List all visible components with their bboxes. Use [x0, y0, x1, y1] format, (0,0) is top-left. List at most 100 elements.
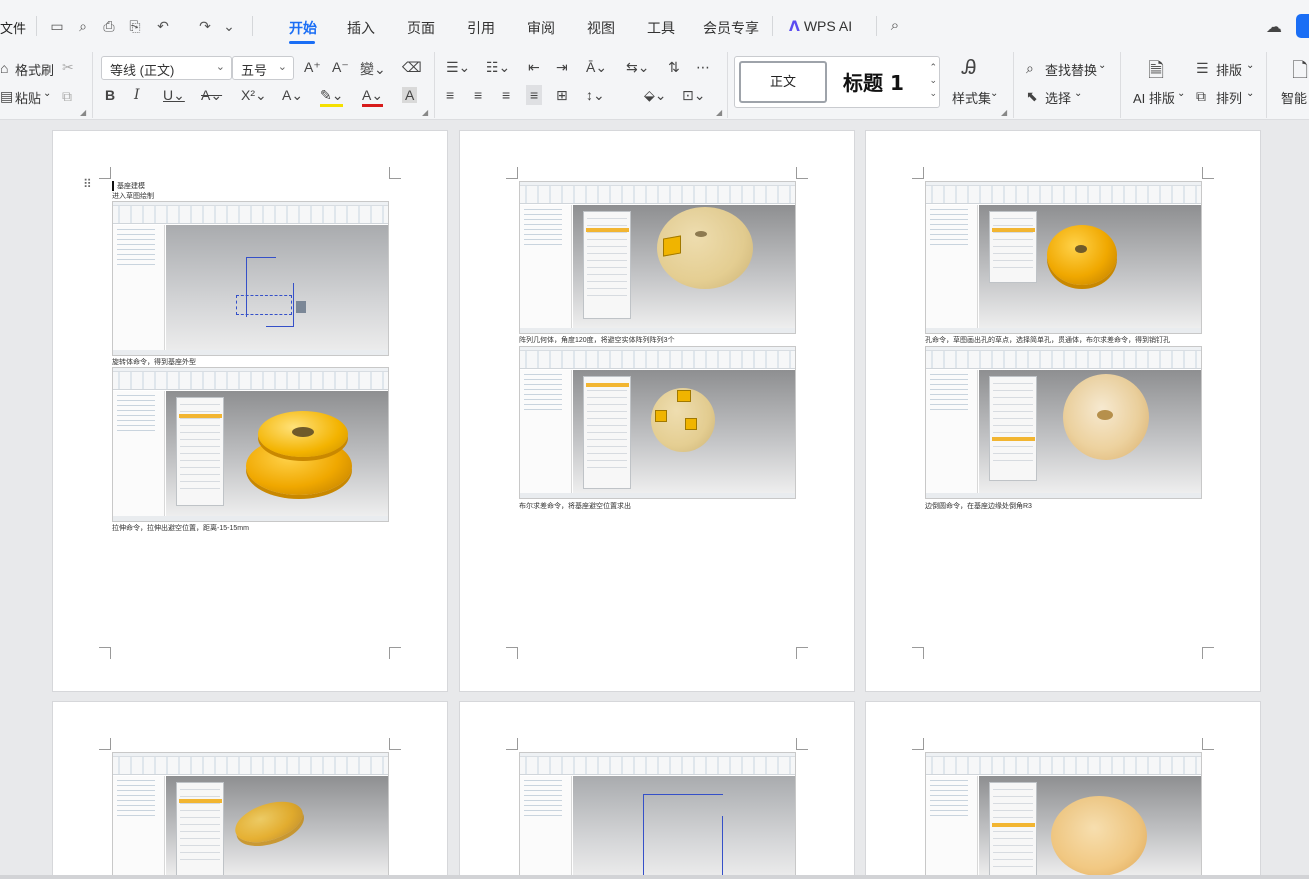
doc-caption[interactable]: 拉伸命令，拉伸出避空位置，距离-15-15mm [112, 523, 249, 533]
document-page-5[interactable] [459, 701, 855, 879]
styles-launcher-icon[interactable]: ◢ [1001, 108, 1007, 117]
align-left-icon[interactable]: ≡ [446, 87, 454, 103]
increase-indent-icon[interactable]: ⇥ [556, 59, 568, 76]
print-preview-icon[interactable]: ⎘ [126, 17, 144, 35]
paragraph-launcher-icon[interactable]: ◢ [716, 108, 722, 117]
undo-icon[interactable]: ↶ [154, 17, 172, 35]
text-effect-icon[interactable]: A⌄ [282, 87, 303, 104]
highlight-icon[interactable]: ✎⌄ [320, 87, 344, 107]
cad-navigator [926, 205, 978, 333]
font-name-select[interactable]: 等线 (正文) ⌄ [101, 56, 232, 80]
doc-paragraph[interactable]: 进入草图绘制 [112, 191, 154, 201]
strikethrough-icon[interactable]: A⌄ [201, 87, 222, 104]
bullet-list-icon[interactable]: ☰⌄ [446, 59, 470, 76]
decrease-indent-icon[interactable]: ⇤ [528, 59, 540, 76]
search-icon[interactable]: ⌕ [886, 17, 904, 35]
document-page-6[interactable] [865, 701, 1261, 879]
clear-format-icon[interactable]: ⌫ [402, 59, 422, 76]
smart-button[interactable]: 智能 [1281, 88, 1307, 107]
cad-dialog [989, 782, 1037, 879]
tab-page[interactable]: 页面 [407, 18, 435, 38]
document-workspace[interactable]: ⠿ 基座建模 进入草图绘制 旋转体命令，得到基座外型 拉伸命令，拉伸出避空位置，… [0, 120, 1309, 879]
italic-icon[interactable]: I [134, 87, 140, 103]
align-center-icon[interactable]: ≡ [474, 87, 482, 103]
tab-tools[interactable]: 工具 [647, 18, 675, 38]
style-set-button[interactable]: 样式集 [952, 88, 991, 107]
tab-insert[interactable]: 插入 [347, 18, 375, 38]
cad-viewport [166, 391, 388, 521]
sort-icon[interactable]: ⇅ [668, 59, 680, 76]
tab-member[interactable]: 会员专享 [703, 18, 759, 38]
divider [92, 52, 93, 118]
document-page-1[interactable]: ⠿ 基座建模 进入草图绘制 旋转体命令，得到基座外型 拉伸命令，拉伸出避空位置，… [52, 130, 448, 692]
align-right-icon[interactable]: ≡ [502, 87, 510, 103]
quick-access-more-icon[interactable]: ⌄ [220, 17, 238, 35]
typeset-button[interactable]: 排版 [1216, 60, 1242, 79]
numbered-list-icon[interactable]: ☷⌄ [486, 59, 510, 76]
ai-layout-button[interactable]: AI 排版 [1133, 88, 1175, 107]
text-direction-icon[interactable]: Ā⌄ [586, 59, 607, 76]
menu-file[interactable]: 文件 [0, 18, 26, 37]
redo-icon[interactable]: ↷ [196, 17, 214, 35]
paste-button[interactable]: 粘贴 [15, 88, 41, 107]
select-button[interactable]: 选择 [1045, 88, 1071, 107]
font-launcher-icon[interactable]: ◢ [422, 108, 428, 117]
underline-icon[interactable]: U⌄ [163, 87, 185, 104]
doc-caption[interactable]: 布尔求差命令，将基座避空位置求出 [519, 501, 631, 511]
cad-toolbar [520, 351, 795, 369]
document-page-2[interactable]: 阵列几何体，角度120度，将避空实体阵列阵列3个 布尔求差命令，将基座避空位置求… [459, 130, 855, 692]
find-replace-button[interactable]: 查找替换 [1045, 60, 1097, 79]
clipboard-launcher-icon[interactable]: ◢ [80, 108, 86, 117]
status-bar [0, 875, 1309, 879]
save-icon[interactable]: ▭ [48, 17, 66, 35]
cad-navigator [113, 776, 165, 879]
export-icon[interactable]: ⌕ [74, 17, 92, 35]
tab-home[interactable]: 开始 [289, 18, 317, 38]
decrease-font-icon[interactable]: A⁻ [332, 59, 349, 76]
cad-toolbar [113, 757, 388, 775]
show-marks-icon[interactable]: ⋯ [696, 59, 710, 76]
style-normal-button[interactable]: 正文 [739, 61, 827, 103]
cloud-upload-icon[interactable]: ☁ [1266, 17, 1282, 37]
doc-caption[interactable]: 边倒圆命令，在基座边缘处倒角R3 [925, 501, 1032, 511]
document-page-4[interactable] [52, 701, 448, 879]
bold-icon[interactable]: B [105, 87, 115, 103]
paragraph-shading-icon[interactable]: ⬙⌄ [644, 87, 667, 104]
justify-icon[interactable]: ≡ [526, 85, 543, 105]
share-button[interactable] [1296, 14, 1309, 38]
increase-font-icon[interactable]: A⁺ [304, 59, 321, 76]
line-spacing-icon[interactable]: ↕⌄ [586, 87, 605, 104]
distribute-icon[interactable]: ⊞ [556, 87, 568, 104]
cad-dialog [583, 376, 631, 489]
cad-viewport [979, 370, 1201, 498]
document-page-3[interactable]: 孔命令，草图画出孔的草点，选择简单孔，贯通体，布尔求差命令，得到销钉孔 边倒圆命… [865, 130, 1261, 692]
cad-dialog [989, 211, 1037, 283]
divider [1266, 52, 1267, 118]
font-color-icon[interactable]: A⌄ [362, 87, 384, 107]
tab-view[interactable]: 视图 [587, 18, 615, 38]
line-break-icon[interactable]: ⇆⌄ [626, 59, 649, 76]
paste-dropdown-icon[interactable]: ⌄ [43, 88, 51, 99]
format-painter-button[interactable]: 格式刷 [15, 60, 54, 79]
cut-icon[interactable]: ✂ [62, 59, 74, 76]
tab-review[interactable]: 审阅 [527, 18, 555, 38]
print-icon[interactable]: ⎙ [100, 17, 118, 35]
style-heading1-button[interactable]: 标题 1 [843, 67, 904, 96]
wps-ai-button[interactable]: ᐱ WPS AI [789, 18, 852, 35]
doc-caption[interactable]: 旋转体命令，得到基座外型 [112, 357, 196, 367]
char-shading-icon[interactable]: A [402, 87, 418, 103]
font-size-select[interactable]: 五号 ⌄ [232, 56, 294, 80]
phonetic-guide-icon[interactable]: 變⌄ [360, 59, 386, 79]
superscript-icon[interactable]: X²⌄ [241, 87, 267, 104]
style-scroll-icon[interactable]: ⌃ ⌄ ⌄ [929, 61, 937, 100]
sketch-profile [663, 816, 723, 879]
copy-icon[interactable]: ⧉ [62, 88, 72, 105]
doc-caption[interactable]: 阵列几何体，角度120度，将避空实体阵列阵列3个 [519, 335, 675, 345]
drag-handle-icon[interactable]: ⠿ [83, 177, 92, 191]
doc-heading[interactable]: 基座建模 [112, 181, 145, 191]
chevron-down-icon: ⌄ [1074, 88, 1083, 99]
doc-caption[interactable]: 孔命令，草图画出孔的草点，选择简单孔，贯通体，布尔求差命令，得到销钉孔 [925, 335, 1170, 345]
arrange-button[interactable]: 排列 [1216, 88, 1242, 107]
borders-icon[interactable]: ⊡⌄ [682, 87, 705, 104]
tab-references[interactable]: 引用 [467, 18, 495, 38]
